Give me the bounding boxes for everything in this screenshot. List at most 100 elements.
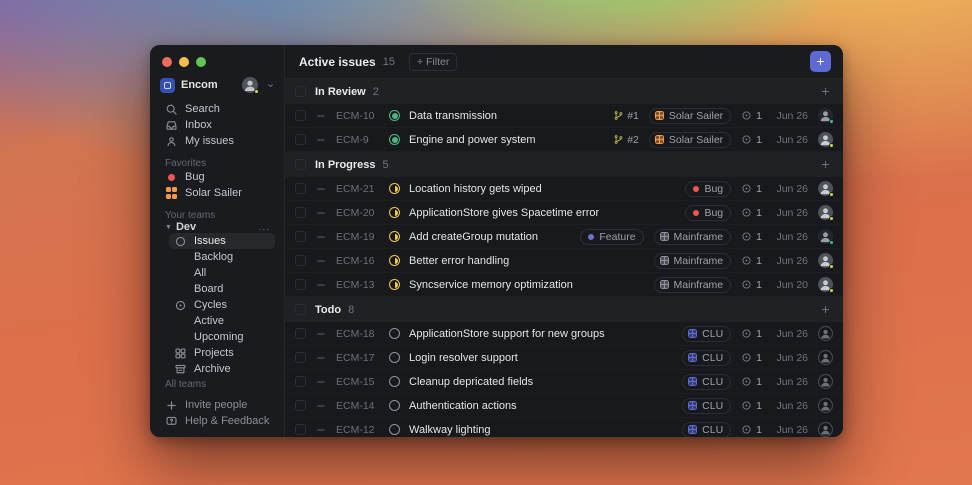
priority-icon[interactable] [315,110,327,122]
sidebar-item-board[interactable]: Board [169,281,275,297]
issue-row-ecm-14[interactable]: ECM-14 Authentication actions CLU 1 Jun 26 [285,394,843,418]
issue-row-ecm-21[interactable]: ECM-21 Location history gets wiped Bug 1 Jun… [285,177,843,201]
label-badge-bug[interactable]: Bug [685,204,732,221]
status-progress-icon[interactable] [389,279,400,290]
sidebar-item-inbox[interactable]: Inbox [160,117,275,133]
issue-checkbox[interactable] [295,255,306,266]
label-badge-bug[interactable]: Bug [685,180,732,197]
project-badge-clu[interactable]: CLU [682,325,732,342]
section-checkbox[interactable] [295,159,306,170]
issue-checkbox[interactable] [295,134,306,145]
assignee-avatar[interactable] [818,277,834,293]
issue-row-ecm-16[interactable]: ECM-16 Better error handling Mainframe 1 Jun… [285,249,843,273]
project-badge-solar-sailer[interactable]: Solar Sailer [648,131,732,148]
assignee-avatar[interactable] [818,205,834,221]
sidebar-team-dev[interactable]: ▼ Dev ... [160,221,275,233]
close-button[interactable] [162,57,172,67]
cycle-badge[interactable]: 1 [741,328,762,340]
status-progress-icon[interactable] [389,183,400,194]
status-progress-icon[interactable] [389,231,400,242]
issue-checkbox[interactable] [295,376,306,387]
project-badge-clu[interactable]: CLU [682,421,732,437]
status-todo-icon[interactable] [389,376,400,387]
status-todo-icon[interactable] [389,424,400,435]
issue-checkbox[interactable] [295,231,306,242]
zoom-button[interactable] [196,57,206,67]
issue-row-ecm-15[interactable]: ECM-15 Cleanup depricated fields CLU 1 Jun 2… [285,370,843,394]
status-todo-icon[interactable] [389,328,400,339]
assignee-avatar[interactable] [818,422,833,437]
sidebar-favorite-solar-sailer[interactable]: Solar Sailer [160,185,275,201]
section-checkbox[interactable] [295,86,306,97]
sidebar-item-help-feedback[interactable]: Help & Feedback [160,413,275,429]
issue-checkbox[interactable] [295,328,306,339]
issue-row-ecm-9[interactable]: ECM-9 Engine and power system #2 Solar Sail… [285,128,843,152]
priority-icon[interactable] [315,279,327,291]
pull-request-badge[interactable]: #2 [613,134,639,146]
assignee-avatar[interactable] [818,108,834,124]
project-badge-clu[interactable]: CLU [682,397,732,414]
sidebar-item-issues[interactable]: Issues [169,233,275,250]
sidebar-item-invite-people[interactable]: Invite people [160,397,275,413]
status-progress-icon[interactable] [389,207,400,218]
cycle-badge[interactable]: 1 [741,279,762,291]
issue-checkbox[interactable] [295,183,306,194]
priority-icon[interactable] [315,328,327,340]
cycle-badge[interactable]: 1 [741,110,762,122]
priority-icon[interactable] [315,183,327,195]
assignee-avatar[interactable] [818,181,834,197]
cycle-badge[interactable]: 1 [741,352,762,364]
cycle-badge[interactable]: 1 [741,134,762,146]
priority-icon[interactable] [315,352,327,364]
sidebar-item-my-issues[interactable]: My issues [160,133,275,149]
priority-icon[interactable] [315,207,327,219]
pull-request-badge[interactable]: #1 [613,110,639,122]
new-issue-button[interactable] [810,51,831,72]
assignee-avatar[interactable] [818,132,834,148]
priority-icon[interactable] [315,255,327,267]
assignee-avatar[interactable] [818,253,834,269]
priority-icon[interactable] [315,424,327,436]
issue-checkbox[interactable] [295,352,306,363]
sidebar-item-backlog[interactable]: Backlog [169,249,275,265]
issue-row-ecm-12[interactable]: ECM-12 Walkway lighting CLU 1 Jun 26 [285,418,843,437]
project-badge-mainframe[interactable]: Mainframe [653,276,732,293]
assignee-avatar[interactable] [818,398,833,413]
project-badge-clu[interactable]: CLU [682,349,732,366]
cycle-badge[interactable]: 1 [741,255,762,267]
status-progress-icon[interactable] [389,255,400,266]
issue-checkbox[interactable] [295,400,306,411]
priority-icon[interactable] [315,376,327,388]
sidebar-item-archive[interactable]: Archive [169,361,275,377]
minimize-button[interactable] [179,57,189,67]
cycle-badge[interactable]: 1 [741,424,762,436]
add-issue-icon[interactable] [820,304,831,315]
cycle-badge[interactable]: 1 [741,183,762,195]
sidebar-item-active[interactable]: Active [169,313,275,329]
issue-checkbox[interactable] [295,424,306,435]
issue-row-ecm-19[interactable]: ECM-19 Add createGroup mutation Feature Mai… [285,225,843,249]
user-avatar[interactable] [242,77,259,95]
team-more-icon[interactable]: ... [259,222,270,233]
project-badge-solar-sailer[interactable]: Solar Sailer [648,107,732,124]
assignee-avatar[interactable] [818,229,834,245]
filter-button[interactable]: + Filter [408,52,458,71]
sidebar-item-all[interactable]: All [169,265,275,281]
sidebar-item-search[interactable]: Search [160,101,275,117]
issue-row-ecm-20[interactable]: ECM-20 ApplicationStore gives Spacetime e… [285,201,843,225]
issue-checkbox[interactable] [295,110,306,121]
priority-icon[interactable] [315,134,327,146]
cycle-badge[interactable]: 1 [741,231,762,243]
add-issue-icon[interactable] [820,86,831,97]
sidebar-favorite-bug[interactable]: Bug [160,169,275,185]
status-review-icon[interactable] [389,110,400,121]
project-badge-mainframe[interactable]: Mainframe [653,228,732,245]
assignee-avatar[interactable] [818,350,833,365]
priority-icon[interactable] [315,231,327,243]
issue-row-ecm-13[interactable]: ECM-13 Syncservice memory optimization Mai… [285,273,843,297]
sidebar-item-projects[interactable]: Projects [169,345,275,361]
cycle-badge[interactable]: 1 [741,400,762,412]
issue-row-ecm-10[interactable]: ECM-10 Data transmission #1 Solar Sailer 1 Ju… [285,104,843,128]
project-badge-mainframe[interactable]: Mainframe [653,252,732,269]
status-review-icon[interactable] [389,134,400,145]
